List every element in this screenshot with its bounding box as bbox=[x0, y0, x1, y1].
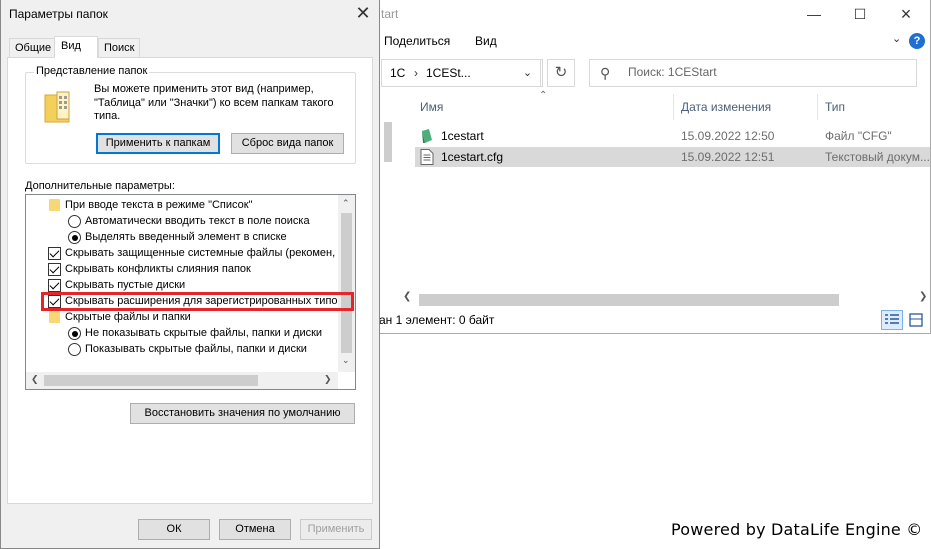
watermark-text: Powered by DataLife Engine © bbox=[671, 520, 923, 539]
explorer-title-bar: tart — ☐ × bbox=[377, 0, 930, 30]
dialog-title: Параметры папок bbox=[9, 7, 108, 21]
reset-folders-button[interactable]: Сброс вида папок bbox=[231, 133, 344, 154]
help-icon[interactable]: ? bbox=[909, 33, 925, 49]
address-part-1[interactable]: 1С bbox=[390, 66, 405, 80]
refresh-icon[interactable]: ↻ bbox=[547, 59, 575, 87]
explorer-close-button[interactable]: × bbox=[883, 0, 929, 28]
apply-button: Применить bbox=[300, 519, 372, 540]
file-name: 1cestart bbox=[441, 129, 484, 143]
file-date: 15.09.2022 12:51 bbox=[681, 150, 775, 164]
checkbox-checked[interactable] bbox=[48, 279, 61, 292]
tab-search[interactable]: Поиск bbox=[98, 38, 141, 57]
maximize-button[interactable]: ☐ bbox=[837, 0, 883, 28]
radio-button-selected[interactable] bbox=[68, 231, 81, 244]
explorer-window: tart — ☐ × Поделиться Вид ⌄ ? 1С › 1CESt… bbox=[376, 0, 931, 334]
tree-hscrollbar[interactable]: ❮ ❯ bbox=[26, 372, 338, 389]
tree-vscrollbar[interactable]: ⌃ ⌄ bbox=[338, 195, 355, 372]
radio-button[interactable] bbox=[68, 343, 81, 356]
details-view-icon[interactable] bbox=[881, 310, 903, 330]
scroll-down-icon[interactable]: ⌄ bbox=[342, 355, 350, 366]
menu-view[interactable]: Вид bbox=[475, 34, 497, 48]
status-text: ан 1 элемент: 0 байт bbox=[379, 313, 495, 327]
tab-general[interactable]: Общие bbox=[9, 38, 58, 57]
vscroll-thumb[interactable] bbox=[341, 213, 352, 353]
restore-defaults-button[interactable]: Восстановить значения по умолчанию bbox=[130, 403, 355, 424]
sort-ascending-icon: ⌃ bbox=[539, 90, 548, 101]
explorer-nav-bar: 1С › 1CESt... ⌄ ↻ ⚲ bbox=[377, 58, 930, 90]
file-name: 1cestart.cfg bbox=[441, 150, 504, 164]
tab-view[interactable]: Вид bbox=[54, 36, 98, 58]
file-row[interactable]: 1cestart 15.09.2022 12:50 Файл "CFG" bbox=[415, 126, 930, 146]
file-type: Файл "CFG" bbox=[825, 129, 892, 143]
folder-icon bbox=[49, 199, 60, 211]
cancel-button[interactable]: Отмена bbox=[219, 519, 291, 540]
scroll-left-icon[interactable]: ❮ bbox=[31, 374, 39, 385]
cfg-file-icon bbox=[422, 129, 432, 143]
folder-icon bbox=[49, 311, 60, 323]
highlight-annotation-box bbox=[41, 292, 354, 311]
search-icon: ⚲ bbox=[600, 65, 611, 81]
status-bar: ан 1 элемент: 0 байт bbox=[377, 310, 930, 332]
checkbox-checked[interactable] bbox=[48, 247, 61, 260]
folder-views-description: Вы можете применить этот вид (например, … bbox=[94, 83, 334, 122]
file-date: 15.09.2022 12:50 bbox=[681, 129, 775, 143]
search-box[interactable]: ⚲ bbox=[589, 59, 917, 87]
column-header-type[interactable]: Тип bbox=[825, 100, 845, 114]
advanced-settings-label: Дополнительные параметры: bbox=[25, 180, 175, 192]
address-dropdown-icon[interactable]: ⌄ bbox=[513, 59, 543, 87]
address-part-2[interactable]: 1CESt... bbox=[426, 66, 471, 80]
scroll-right-icon[interactable]: ❯ bbox=[919, 291, 927, 302]
ok-button[interactable]: ОК bbox=[138, 519, 210, 540]
radio-button[interactable] bbox=[68, 215, 81, 228]
search-input[interactable] bbox=[628, 65, 908, 79]
folder-options-dialog: Параметры папок ✕ Общие Вид Поиск Предст… bbox=[0, 0, 380, 549]
explorer-title: tart bbox=[381, 7, 399, 21]
column-header-name[interactable]: Имя bbox=[420, 100, 443, 114]
scroll-right-icon[interactable]: ❯ bbox=[324, 374, 332, 385]
hscroll-thumb[interactable] bbox=[419, 294, 839, 306]
hscroll-thumb[interactable] bbox=[44, 375, 258, 386]
list-left-scrollbar[interactable] bbox=[383, 92, 395, 282]
column-header-date[interactable]: Дата изменения bbox=[681, 100, 771, 114]
ribbon-expand-chevron-icon[interactable]: ⌄ bbox=[892, 32, 901, 45]
apply-to-folders-button[interactable]: Применить к папкам bbox=[96, 133, 220, 154]
scroll-up-icon[interactable]: ⌃ bbox=[342, 198, 350, 209]
file-type: Текстовый докум... bbox=[825, 150, 930, 164]
text-file-icon bbox=[420, 149, 434, 165]
address-separator: › bbox=[414, 66, 418, 80]
file-list: ⌃ Имя Дата изменения Тип 1cestart 15.09.… bbox=[377, 90, 930, 306]
file-list-hscrollbar[interactable]: ❮ ❯ bbox=[399, 290, 930, 307]
dialog-close-button[interactable]: ✕ bbox=[346, 0, 380, 28]
large-icons-view-icon[interactable] bbox=[905, 310, 927, 330]
explorer-ribbon-menu: Поделиться Вид ⌄ bbox=[377, 30, 930, 52]
folder-views-label: Представление папок bbox=[34, 65, 150, 77]
menu-share[interactable]: Поделиться bbox=[384, 34, 450, 48]
scroll-left-icon[interactable]: ❮ bbox=[403, 291, 411, 302]
minimize-button[interactable]: — bbox=[791, 0, 837, 28]
folder-views-icon bbox=[44, 91, 70, 123]
radio-button-selected[interactable] bbox=[68, 327, 81, 340]
checkbox-checked[interactable] bbox=[48, 263, 61, 276]
file-row-selected[interactable]: 1cestart.cfg 15.09.2022 12:51 Текстовый … bbox=[415, 147, 930, 167]
